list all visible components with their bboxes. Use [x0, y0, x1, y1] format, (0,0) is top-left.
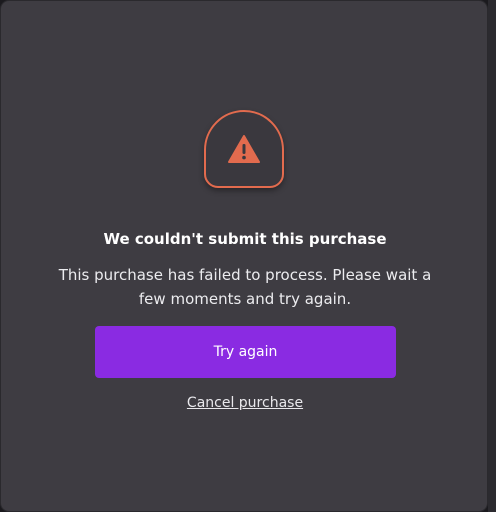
- warning-triangle-icon: [228, 135, 260, 163]
- warning-badge: [204, 110, 284, 188]
- dialog-title: We couldn't submit this purchase: [103, 230, 387, 248]
- dialog-message: This purchase has failed to process. Ple…: [58, 266, 432, 308]
- cancel-purchase-link[interactable]: Cancel purchase: [1, 394, 489, 412]
- error-dialog: We couldn't submit this purchase This pu…: [1, 1, 487, 511]
- backdrop-edge: [488, 0, 496, 512]
- try-again-button[interactable]: Try again: [95, 326, 396, 378]
